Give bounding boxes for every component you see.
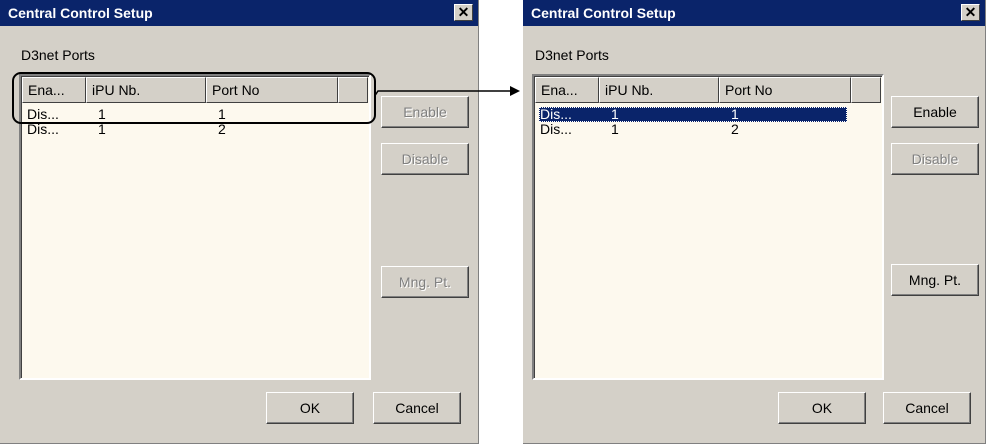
cell-port: 1: [218, 106, 226, 122]
enable-button[interactable]: Enable: [891, 96, 979, 128]
dialog-before: Central Control Setup ✕ D3net Ports Ena.…: [0, 0, 479, 444]
column-header-enabled[interactable]: Ena...: [22, 77, 86, 103]
cell-port: 1: [731, 106, 739, 122]
list-header: Ena... iPU Nb. Port No: [22, 77, 368, 103]
cell-port: 2: [731, 121, 739, 137]
mng-pt-button[interactable]: Mng. Pt.: [381, 266, 469, 298]
cell-enabled: Dis...: [27, 121, 59, 137]
ports-list[interactable]: Ena... iPU Nb. Port No Dis... 1 1 Dis...…: [532, 74, 884, 380]
column-header-ipu[interactable]: iPU Nb.: [599, 77, 719, 103]
cancel-button[interactable]: Cancel: [373, 392, 461, 424]
dialog-title: Central Control Setup: [8, 5, 153, 21]
table-row[interactable]: Dis... 1 2: [539, 122, 847, 137]
ok-button[interactable]: OK: [778, 392, 866, 424]
table-row[interactable]: Dis... 1 2: [26, 122, 334, 137]
group-label: D3net Ports: [535, 47, 609, 63]
disable-button[interactable]: Disable: [891, 143, 979, 175]
title-bar: Central Control Setup ✕: [0, 0, 478, 26]
cell-ipu: 1: [98, 106, 106, 122]
table-row[interactable]: Dis... 1 1: [26, 107, 334, 122]
ok-button[interactable]: OK: [266, 392, 354, 424]
group-label: D3net Ports: [21, 47, 95, 63]
cell-ipu: 1: [98, 121, 106, 137]
column-header-port[interactable]: Port No: [719, 77, 851, 103]
title-bar: Central Control Setup ✕: [523, 0, 985, 26]
disable-button[interactable]: Disable: [381, 143, 469, 175]
cell-ipu: 1: [611, 106, 619, 122]
column-header-empty: [338, 77, 368, 103]
column-header-empty: [851, 77, 881, 103]
cancel-button[interactable]: Cancel: [883, 392, 971, 424]
arrow-icon: [374, 86, 520, 98]
column-header-port[interactable]: Port No: [206, 77, 338, 103]
list-header: Ena... iPU Nb. Port No: [535, 77, 881, 103]
cell-enabled: Dis...: [27, 106, 59, 122]
dialog-title: Central Control Setup: [531, 5, 676, 21]
dialog-after: Central Control Setup ✕ D3net Ports Ena.…: [523, 0, 986, 444]
cell-port: 2: [218, 121, 226, 137]
column-header-ipu[interactable]: iPU Nb.: [86, 77, 206, 103]
cell-enabled: Dis...: [540, 106, 572, 122]
enable-button[interactable]: Enable: [381, 96, 469, 128]
ports-list[interactable]: Ena... iPU Nb. Port No Dis... 1 1 Dis...…: [19, 74, 371, 380]
cell-ipu: 1: [611, 121, 619, 137]
mng-pt-button[interactable]: Mng. Pt.: [891, 264, 979, 296]
close-icon[interactable]: ✕: [454, 4, 473, 21]
cell-enabled: Dis...: [540, 121, 572, 137]
close-icon[interactable]: ✕: [961, 4, 980, 21]
column-header-enabled[interactable]: Ena...: [535, 77, 599, 103]
table-row-selected[interactable]: Dis... 1 1: [539, 107, 847, 122]
